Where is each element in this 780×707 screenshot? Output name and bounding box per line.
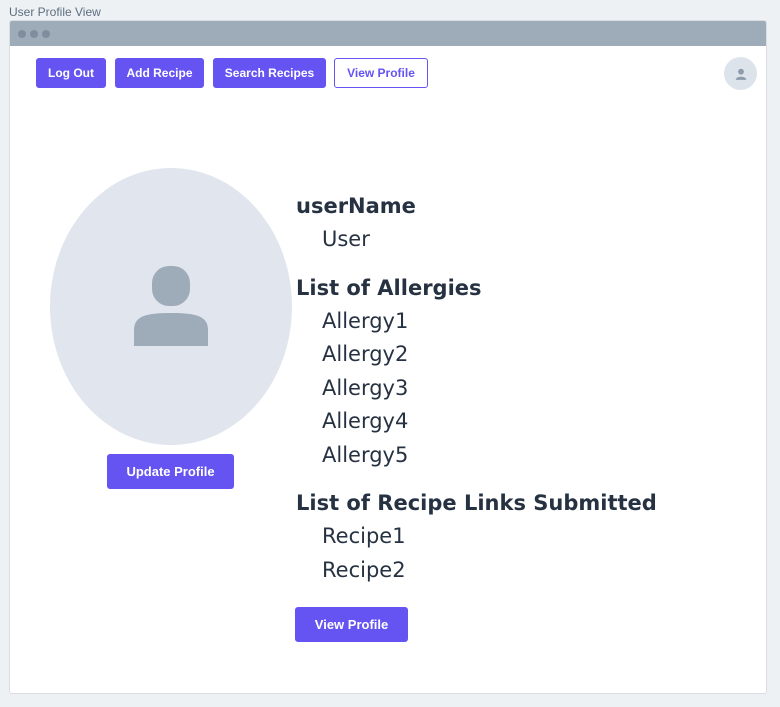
- allergy-item: Allergy4: [322, 409, 409, 433]
- window-dot-icon: [30, 29, 38, 38]
- user-icon: [735, 68, 746, 80]
- search-recipes-button[interactable]: Search Recipes: [213, 58, 326, 88]
- profile-info: userName User List of Allergies Allergy1…: [296, 189, 756, 587]
- username-heading: userName: [296, 194, 416, 218]
- allergy-item: Allergy5: [322, 442, 409, 467]
- window-dot-icon: [18, 29, 26, 38]
- recipe-link[interactable]: Recipe2: [296, 554, 756, 588]
- frame-label: User Profile View: [9, 5, 101, 19]
- logout-button[interactable]: Log Out: [36, 58, 106, 88]
- add-recipe-button[interactable]: Add Recipe: [115, 58, 204, 88]
- update-profile-button[interactable]: Update Profile: [107, 454, 234, 489]
- allergies-heading: List of Allergies: [296, 275, 482, 300]
- window-titlebar: [10, 21, 766, 46]
- allergy-item: Allergy2: [322, 342, 409, 366]
- allergy-item: Allergy3: [322, 375, 409, 400]
- browser-window: Log Out Add Recipe Search Recipes View P…: [9, 20, 767, 694]
- allergy-item: Allergy1: [322, 308, 409, 333]
- window-dot-icon: [42, 29, 50, 38]
- username-value: User: [322, 227, 370, 251]
- user-avatar[interactable]: [724, 57, 757, 90]
- view-profile-button[interactable]: View Profile: [295, 607, 408, 642]
- recipe-link[interactable]: Recipe1: [296, 520, 756, 554]
- view-profile-nav-button[interactable]: View Profile: [334, 58, 428, 88]
- user-icon: [134, 265, 208, 346]
- recipes-heading: List of Recipe Links Submitted: [296, 491, 657, 515]
- profile-picture: [50, 168, 292, 445]
